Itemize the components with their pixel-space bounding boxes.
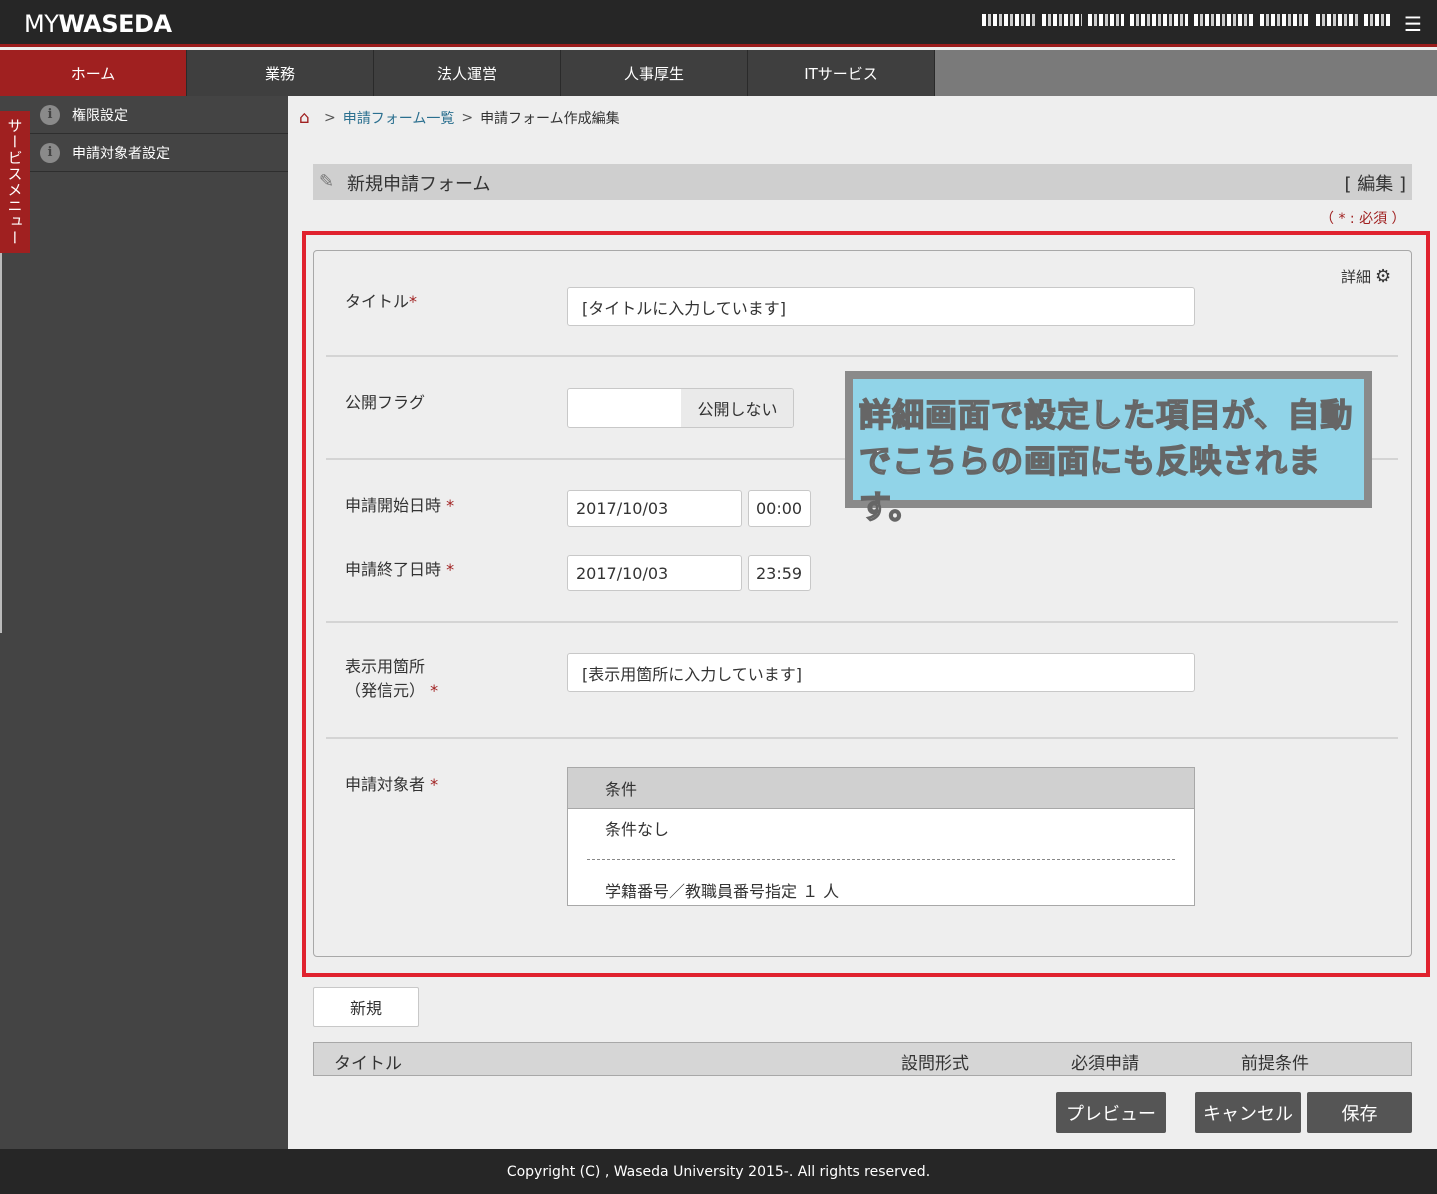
annotation-line-1: 詳細画面で設定した項目が、自動 <box>858 395 1354 435</box>
info-icon: i <box>40 104 60 125</box>
hamburger-menu-icon[interactable]: ☰ <box>1404 14 1426 34</box>
copyright: Copyright (C) , Waseda University 2015-.… <box>506 1163 931 1180</box>
cancel-button[interactable]: キャンセル <box>1195 1092 1301 1133</box>
required-asterisk: * <box>430 681 439 700</box>
detail-label: 詳細 <box>1341 268 1372 286</box>
sidebar-item-permissions[interactable]: i 権限設定 <box>30 96 288 134</box>
new-question-button[interactable]: 新規 <box>313 987 419 1027</box>
publish-toggle-state: 公開しない <box>681 389 793 427</box>
footer: Copyright (C) , Waseda University 2015-.… <box>0 1149 1437 1194</box>
sidebar: i 権限設定 i 申請対象者設定 <box>0 96 288 1149</box>
user-name-redacted <box>982 12 1392 28</box>
logo-my: MY <box>24 10 59 38</box>
column-question-type: 設問形式 <box>901 1054 969 1074</box>
sidebar-item-label: 申請対象者設定 <box>72 145 170 162</box>
start-datetime-label: 申請開始日時 * <box>345 496 455 515</box>
sidebar-divider <box>0 253 2 633</box>
info-icon: i <box>40 142 60 163</box>
divider <box>326 355 1398 357</box>
target-label: 申請対象者 * <box>345 775 439 794</box>
title-input[interactable]: [タイトルに入力しています] <box>567 287 1195 326</box>
publish-toggle[interactable]: 公開しない <box>567 388 794 428</box>
sidebar-item-label: 権限設定 <box>72 107 128 124</box>
required-note: （ * : 必須 ） <box>1320 211 1406 227</box>
gear-icon: ⚙ <box>1375 266 1392 287</box>
breadcrumb-separator: > <box>324 110 336 126</box>
column-title: タイトル <box>334 1054 402 1074</box>
nav-tab-business[interactable]: 業務 <box>187 50 374 96</box>
questions-table-header: タイトル 設問形式 必須申請 前提条件 <box>313 1042 1412 1076</box>
end-datetime-label: 申請終了日時 * <box>345 560 455 579</box>
nav-tab-home[interactable]: ホーム <box>0 50 187 96</box>
service-menu-tab[interactable]: サービスメニュー <box>0 111 30 253</box>
breadcrumb-separator: > <box>461 110 474 126</box>
breadcrumb-form-list-link[interactable]: 申請フォーム一覧 <box>343 108 455 128</box>
conditions-header: 条件 <box>568 768 1194 809</box>
required-asterisk: * <box>446 496 455 515</box>
divider <box>326 737 1398 739</box>
publish-flag-label: 公開フラグ <box>345 393 426 412</box>
condition-divider <box>587 859 1175 860</box>
mywaseda-logo[interactable]: MYWASEDA <box>24 10 172 38</box>
edit-icon: ✎ <box>319 171 335 192</box>
start-date-input[interactable]: 2017/10/03 <box>567 490 742 527</box>
end-date-input[interactable]: 2017/10/03 <box>567 555 742 591</box>
detail-link[interactable]: 詳細 ⚙ <box>1341 266 1391 287</box>
nav-tab-hr[interactable]: 人事厚生 <box>561 50 748 96</box>
display-location-label: 表示用箇所 （発信元） * <box>345 655 438 703</box>
sidebar-item-target-settings[interactable]: i 申請対象者設定 <box>30 134 288 172</box>
divider <box>326 621 1398 623</box>
condition-row[interactable]: 学籍番号／教職員番号指定 １ 人 <box>605 878 839 902</box>
annotation-line-2: でこちらの画面にも反映されます。 <box>858 441 1322 527</box>
required-asterisk: * <box>446 560 455 579</box>
breadcrumb: ⌂ > 申請フォーム一覧 > 申請フォーム作成編集 <box>299 108 620 128</box>
condition-row: 条件なし <box>605 820 670 839</box>
top-header: MYWASEDA ☰ <box>0 0 1437 47</box>
home-icon[interactable]: ⌂ <box>299 109 317 127</box>
end-time-input[interactable]: 23:59 <box>748 555 811 591</box>
required-asterisk: * <box>409 292 418 311</box>
preview-button[interactable]: プレビュー <box>1056 1092 1166 1133</box>
page-title: 新規申請フォーム <box>347 174 491 195</box>
required-asterisk: * <box>430 775 439 794</box>
start-time-input[interactable]: 00:00 <box>748 490 811 527</box>
section-header: ✎ 新規申請フォーム [ 編集 ] <box>313 164 1412 200</box>
nav-tab-it-services[interactable]: ITサービス <box>748 50 935 96</box>
save-button[interactable]: 保存 <box>1307 1092 1412 1133</box>
conditions-table: 条件 条件なし 学籍番号／教職員番号指定 １ 人 <box>567 767 1195 906</box>
display-location-input[interactable]: [表示用箇所に入力しています] <box>567 653 1195 692</box>
breadcrumb-current: 申請フォーム作成編集 <box>480 111 620 127</box>
column-precondition: 前提条件 <box>1241 1054 1309 1074</box>
annotation-text: 詳細画面で設定した項目が、自動 でこちらの画面にも反映されます。 <box>853 379 1364 527</box>
edit-link[interactable]: [ 編集 ] <box>1345 170 1407 196</box>
main-nav: ホーム 業務 法人運営 人事厚生 ITサービス <box>0 50 1437 96</box>
title-label: タイトル* <box>345 292 418 311</box>
display-location-label-1: 表示用箇所 <box>345 657 426 676</box>
column-required: 必須申請 <box>1071 1054 1139 1074</box>
display-location-label-2: （発信元） <box>345 681 426 700</box>
annotation-callout: 詳細画面で設定した項目が、自動 でこちらの画面にも反映されます。 <box>845 371 1372 527</box>
logo-waseda: WASEDA <box>58 10 172 38</box>
nav-tab-corporate[interactable]: 法人運営 <box>374 50 561 96</box>
